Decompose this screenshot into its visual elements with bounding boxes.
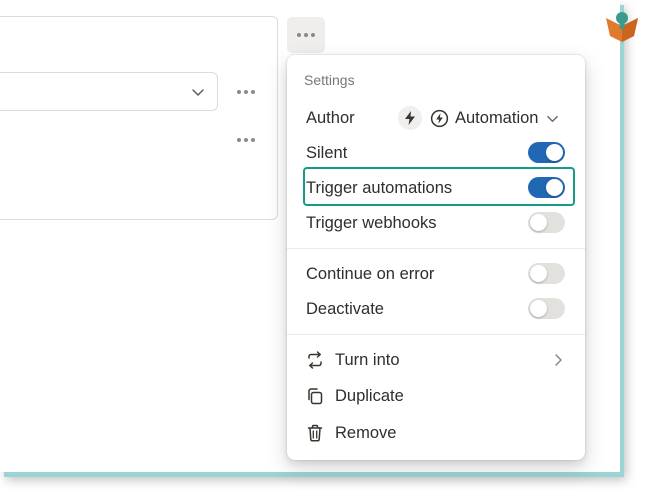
duplicate-item[interactable]: Duplicate	[287, 379, 585, 413]
trigger-webhooks-label: Trigger webhooks	[306, 214, 437, 232]
author-value: Automation	[455, 108, 539, 127]
author-select[interactable]: Automation	[430, 106, 559, 130]
duplicate-icon	[308, 388, 323, 405]
continue-on-error-row[interactable]: Continue on error	[287, 258, 585, 291]
trash-icon	[307, 424, 323, 442]
turn-into-icon	[308, 351, 322, 369]
property-select[interactable]	[0, 72, 218, 111]
trigger-webhooks-row[interactable]: Trigger webhooks	[287, 207, 585, 240]
deactivate-toggle[interactable]	[528, 298, 565, 319]
turn-into-item[interactable]: Turn into	[287, 343, 585, 377]
background-card	[0, 16, 278, 220]
trigger-webhooks-toggle[interactable]	[528, 212, 565, 233]
logo-icon	[606, 12, 638, 42]
duplicate-label: Duplicate	[335, 387, 404, 405]
chevron-down-icon	[547, 115, 559, 122]
silent-label: Silent	[306, 144, 348, 162]
continue-on-error-toggle[interactable]	[528, 263, 565, 284]
chevron-down-icon	[192, 89, 204, 96]
chevron-right-icon	[555, 354, 562, 366]
author-label: Author	[306, 109, 355, 127]
deactivate-label: Deactivate	[306, 300, 384, 318]
row-more-options-button[interactable]	[230, 82, 262, 102]
menu-divider	[287, 334, 585, 335]
highlight-box	[303, 167, 575, 206]
continue-on-error-label: Continue on error	[306, 265, 435, 283]
screenshot-frame: Settings Author Automation Silent Trigge…	[0, 0, 620, 472]
remove-label: Remove	[335, 424, 397, 442]
turn-into-label: Turn into	[335, 351, 400, 369]
bolt-icon	[398, 106, 422, 130]
silent-toggle[interactable]	[528, 142, 565, 163]
menu-divider	[287, 248, 585, 249]
remove-item[interactable]: Remove	[287, 416, 585, 450]
bolt-circle-icon	[430, 109, 449, 127]
author-row[interactable]: Author Automation	[287, 102, 585, 135]
more-options-button[interactable]	[287, 17, 325, 53]
settings-menu: Settings Author Automation Silent Trigge…	[287, 55, 585, 460]
menu-title: Settings	[304, 72, 355, 88]
row-more-options-button[interactable]	[230, 130, 262, 150]
deactivate-row[interactable]: Deactivate	[287, 293, 585, 326]
silent-row[interactable]: Silent	[287, 137, 585, 170]
